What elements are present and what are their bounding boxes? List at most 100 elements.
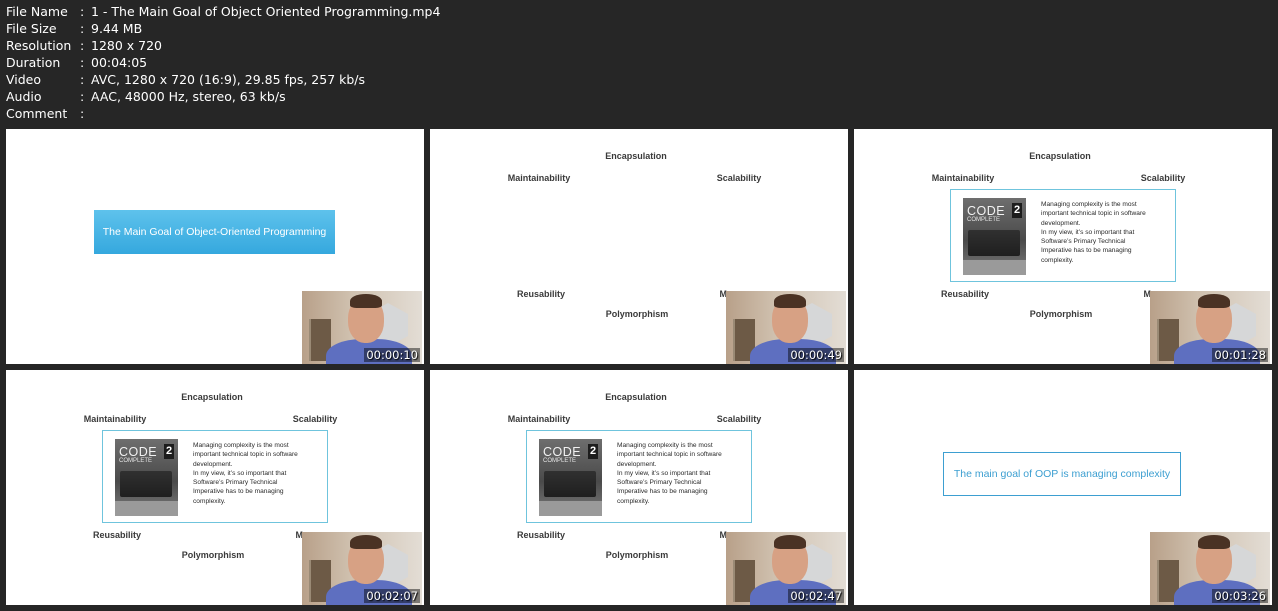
video-thumbnail-6[interactable]: The main goal of OOP is managing complex…	[854, 370, 1272, 605]
quote-line: development.	[617, 460, 657, 468]
quote-line: In my view, it’s so important that	[1041, 228, 1135, 236]
book-edition: 2	[588, 444, 598, 459]
quote-text: Managing complexity is the most importan…	[617, 441, 747, 506]
quote-line: In my view, it’s so important that	[617, 469, 711, 477]
quote-line: Managing complexity is the most	[617, 442, 713, 449]
quote-line: development.	[193, 460, 233, 468]
info-separator: :	[80, 38, 85, 53]
video-thumbnail-3[interactable]: Encapsulation Maintainability Scalabilit…	[854, 129, 1272, 364]
quote-line: important technical topic in software	[1041, 210, 1146, 218]
info-separator: :	[80, 72, 85, 87]
code-complete-book-cover: CODE COMPLETE 2	[115, 439, 178, 516]
webcam-overlay: 00:00:10	[302, 291, 422, 364]
book-keyboard-image	[544, 471, 596, 497]
info-row-audio: Audio : AAC, 48000 Hz, stereo, 63 kb/s	[6, 88, 440, 105]
label-reusability: Reusability	[516, 289, 566, 299]
timestamp-label: 00:02:07	[364, 589, 420, 603]
info-row-file-size: File Size : 9.44 MB	[6, 20, 440, 37]
label-polymorphism: Polymorphism	[605, 550, 669, 560]
book-subtitle: COMPLETE	[119, 458, 153, 464]
webcam-overlay: 00:02:47	[726, 532, 846, 605]
quote-line: Imperative has to be managing	[1041, 247, 1132, 255]
info-row-duration: Duration : 00:04:05	[6, 54, 440, 71]
info-key: Comment	[6, 106, 68, 121]
label-polymorphism: Polymorphism	[181, 550, 245, 560]
presenter-hair	[1198, 535, 1230, 549]
timestamp-label: 00:00:10	[364, 348, 420, 362]
quote-text: Managing complexity is the most importan…	[1041, 200, 1171, 265]
info-separator: :	[80, 55, 85, 70]
quote-box: CODE COMPLETE 2 Managing complexity is t…	[102, 430, 328, 523]
label-encapsulation: Encapsulation	[181, 392, 243, 402]
presenter-hair	[774, 294, 806, 308]
label-maintainability: Maintainability	[83, 414, 147, 424]
quote-line: development.	[1041, 219, 1081, 227]
timestamp-label: 00:00:49	[788, 348, 844, 362]
code-complete-book-cover: CODE COMPLETE 2	[539, 439, 602, 516]
info-value: 1280 x 720	[91, 38, 163, 53]
quote-line: Software’s Primary Technical	[1041, 238, 1126, 246]
video-thumbnail-1[interactable]: The Main Goal of Object-Oriented Program…	[6, 129, 424, 364]
info-row-file-name: File Name : 1 - The Main Goal of Object …	[6, 3, 440, 20]
info-value: 00:04:05	[91, 55, 148, 70]
info-row-comment: Comment :	[6, 105, 440, 122]
slide-title-banner: The Main Goal of Object-Oriented Program…	[94, 210, 335, 254]
label-polymorphism: Polymorphism	[1029, 309, 1093, 319]
label-polymorphism: Polymorphism	[605, 309, 669, 319]
info-key: File Name	[6, 4, 68, 19]
info-row-video: Video : AVC, 1280 x 720 (16:9), 29.85 fp…	[6, 71, 440, 88]
label-maintainability: Maintainability	[507, 173, 571, 183]
book-bottom-bar	[539, 501, 602, 516]
video-thumbnail-5[interactable]: Encapsulation Maintainability Scalabilit…	[430, 370, 848, 605]
slide-goal-box: The main goal of OOP is managing complex…	[943, 452, 1181, 496]
quote-line: In my view, it’s so important that	[193, 469, 287, 477]
info-separator: :	[80, 4, 85, 19]
info-row-resolution: Resolution : 1280 x 720	[6, 37, 440, 54]
label-maintainability: Maintainability	[507, 414, 571, 424]
video-thumbnail-2[interactable]: Encapsulation Maintainability Scalabilit…	[430, 129, 848, 364]
quote-line: Software’s Primary Technical	[617, 479, 702, 487]
book-title: CODE	[967, 204, 1006, 218]
book-subtitle: COMPLETE	[967, 217, 1001, 223]
info-separator: :	[80, 21, 85, 36]
quote-line: complexity.	[1041, 256, 1074, 264]
book-edition: 2	[1012, 203, 1022, 218]
info-key: Audio	[6, 89, 42, 104]
presenter-hair	[350, 294, 382, 308]
label-encapsulation: Encapsulation	[605, 392, 667, 402]
quote-line: Imperative has to be managing	[193, 488, 284, 496]
quote-box: CODE COMPLETE 2 Managing complexity is t…	[526, 430, 752, 523]
book-bottom-bar	[963, 260, 1026, 275]
quote-line: Software’s Primary Technical	[193, 479, 278, 487]
timestamp-label: 00:02:47	[788, 589, 844, 603]
book-keyboard-image	[968, 230, 1020, 256]
info-value: AAC, 48000 Hz, stereo, 63 kb/s	[91, 89, 286, 104]
book-bottom-bar	[115, 501, 178, 516]
info-key: File Size	[6, 21, 57, 36]
info-separator: :	[80, 106, 85, 121]
webcam-overlay: 00:00:49	[726, 291, 846, 364]
quote-line: Managing complexity is the most	[1041, 201, 1137, 208]
book-title: CODE	[119, 445, 158, 459]
book-subtitle: COMPLETE	[543, 458, 577, 464]
quote-line: Imperative has to be managing	[617, 488, 708, 496]
label-reusability: Reusability	[940, 289, 990, 299]
label-reusability: Reusability	[92, 530, 142, 540]
webcam-overlay: 00:02:07	[302, 532, 422, 605]
info-value: AVC, 1280 x 720 (16:9), 29.85 fps, 257 k…	[91, 72, 366, 87]
quote-text: Managing complexity is the most importan…	[193, 441, 323, 506]
label-scalability: Scalability	[292, 414, 338, 424]
info-separator: :	[80, 89, 85, 104]
info-key: Video	[6, 72, 42, 87]
webcam-overlay: 00:01:28	[1150, 291, 1270, 364]
label-scalability: Scalability	[716, 173, 762, 183]
video-thumbnail-4[interactable]: Encapsulation Maintainability Scalabilit…	[6, 370, 424, 605]
label-encapsulation: Encapsulation	[605, 151, 667, 161]
info-value: 9.44 MB	[91, 21, 143, 36]
quote-box: CODE COMPLETE 2 Managing complexity is t…	[950, 189, 1176, 282]
presenter-hair	[1198, 294, 1230, 308]
timestamp-label: 00:03:26	[1212, 589, 1268, 603]
presenter-hair	[350, 535, 382, 549]
book-keyboard-image	[120, 471, 172, 497]
quote-line: important technical topic in software	[193, 451, 298, 459]
